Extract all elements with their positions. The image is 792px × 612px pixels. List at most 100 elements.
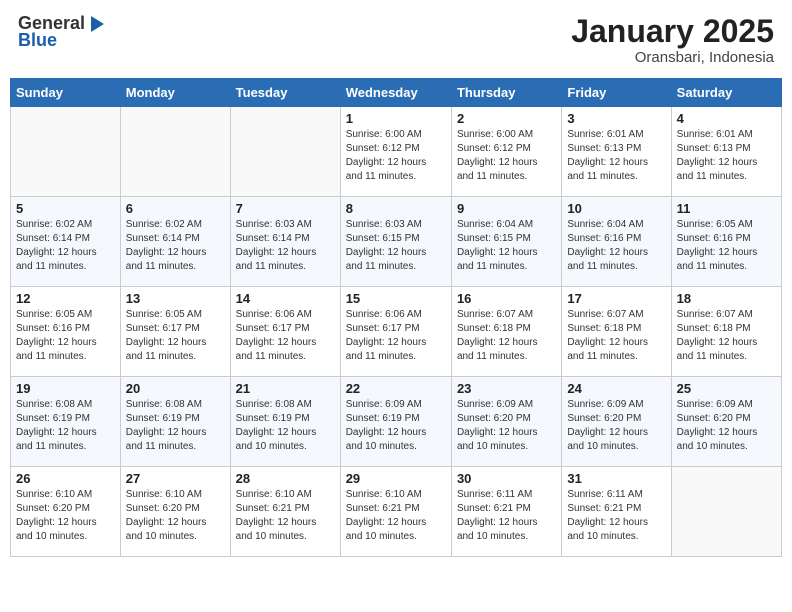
day-info: Sunrise: 6:06 AM Sunset: 6:17 PM Dayligh… <box>346 308 446 364</box>
day-info: Sunrise: 6:05 AM Sunset: 6:16 PM Dayligh… <box>16 308 115 364</box>
calendar-cell: 5 Sunrise: 6:02 AM Sunset: 6:14 PM Daylig… <box>11 197 121 287</box>
calendar-cell: 16Sunrise: 6:07 AM Sunset: 6:18 PM Dayli… <box>451 287 561 377</box>
calendar-cell: 23 Sunrise: 6:09 AM Sunset: 6:20 PM Dayli… <box>451 377 561 467</box>
header-sunday: Sunday <box>11 79 121 107</box>
day-info: Sunrise: 6:00 AM Sunset: 6:12 PM Dayligh… <box>457 128 556 184</box>
day-info: Sunrise: 6:07 AM Sunset: 6:18 PM Dayligh… <box>567 308 665 364</box>
calendar-cell: 10 Sunrise: 6:04 AM Sunset: 6:16 PM Dayli… <box>562 197 671 287</box>
week-row-5: 26 Sunrise: 6:10 AM Sunset: 6:20 PM Dayli… <box>11 467 782 557</box>
day-number: 30 <box>457 471 556 486</box>
header-saturday: Saturday <box>671 79 781 107</box>
day-number: 5 <box>16 201 115 216</box>
day-number: 7 <box>236 201 335 216</box>
day-number: 13 <box>126 291 225 306</box>
calendar-cell: 6Sunrise: 6:02 AM Sunset: 6:14 PM Daylig… <box>120 197 230 287</box>
calendar-cell <box>11 107 121 197</box>
day-info: Sunrise: 6:05 AM Sunset: 6:17 PM Dayligh… <box>126 308 225 364</box>
day-number: 1 <box>346 111 446 126</box>
location-subtitle: Oransbari, Indonesia <box>571 49 774 66</box>
day-number: 26 <box>16 471 115 486</box>
weekday-header-row: Sunday Monday Tuesday Wednesday Thursday… <box>11 79 782 107</box>
day-info: Sunrise: 6:01 AM Sunset: 6:13 PM Dayligh… <box>677 128 776 184</box>
logo-blue-text: Blue <box>18 30 57 51</box>
calendar-cell: 2 Sunrise: 6:00 AM Sunset: 6:12 PM Daylig… <box>451 107 561 197</box>
day-number: 17 <box>567 291 665 306</box>
day-info: Sunrise: 6:04 AM Sunset: 6:15 PM Dayligh… <box>457 218 556 274</box>
calendar-cell <box>230 107 340 197</box>
day-info: Sunrise: 6:08 AM Sunset: 6:19 PM Dayligh… <box>16 398 115 454</box>
day-info: Sunrise: 6:03 AM Sunset: 6:15 PM Dayligh… <box>346 218 446 274</box>
calendar-cell: 24Sunrise: 6:09 AM Sunset: 6:20 PM Dayli… <box>562 377 671 467</box>
calendar-cell: 29 Sunrise: 6:10 AM Sunset: 6:21 PM Dayli… <box>340 467 451 557</box>
day-number: 10 <box>567 201 665 216</box>
calendar-cell: 3 Sunrise: 6:01 AM Sunset: 6:13 PM Daylig… <box>562 107 671 197</box>
day-number: 19 <box>16 381 115 396</box>
header-thursday: Thursday <box>451 79 561 107</box>
day-info: Sunrise: 6:02 AM Sunset: 6:14 PM Dayligh… <box>16 218 115 274</box>
header-monday: Monday <box>120 79 230 107</box>
calendar-cell: 4 Sunrise: 6:01 AM Sunset: 6:13 PM Daylig… <box>671 107 781 197</box>
logo: General Blue <box>18 14 104 51</box>
calendar-cell <box>120 107 230 197</box>
day-info: Sunrise: 6:10 AM Sunset: 6:20 PM Dayligh… <box>126 488 225 544</box>
day-number: 18 <box>677 291 776 306</box>
day-number: 20 <box>126 381 225 396</box>
calendar-cell: 31 Sunrise: 6:11 AM Sunset: 6:21 PM Dayli… <box>562 467 671 557</box>
day-info: Sunrise: 6:09 AM Sunset: 6:20 PM Dayligh… <box>677 398 776 454</box>
day-info: Sunrise: 6:00 AM Sunset: 6:12 PM Dayligh… <box>346 128 446 184</box>
day-number: 12 <box>16 291 115 306</box>
day-info: Sunrise: 6:11 AM Sunset: 6:21 PM Dayligh… <box>567 488 665 544</box>
header-friday: Friday <box>562 79 671 107</box>
page-header: General Blue January 2025 Oransbari, Ind… <box>10 10 782 70</box>
calendar-cell: 9 Sunrise: 6:04 AM Sunset: 6:15 PM Daylig… <box>451 197 561 287</box>
calendar-cell: 1 Sunrise: 6:00 AM Sunset: 6:12 PM Daylig… <box>340 107 451 197</box>
day-info: Sunrise: 6:04 AM Sunset: 6:16 PM Dayligh… <box>567 218 665 274</box>
day-number: 4 <box>677 111 776 126</box>
day-info: Sunrise: 6:10 AM Sunset: 6:21 PM Dayligh… <box>236 488 335 544</box>
calendar-cell: 28Sunrise: 6:10 AM Sunset: 6:21 PM Dayli… <box>230 467 340 557</box>
day-number: 11 <box>677 201 776 216</box>
day-number: 22 <box>346 381 446 396</box>
day-number: 2 <box>457 111 556 126</box>
day-number: 9 <box>457 201 556 216</box>
day-info: Sunrise: 6:10 AM Sunset: 6:20 PM Dayligh… <box>16 488 115 544</box>
calendar-cell: 25 Sunrise: 6:09 AM Sunset: 6:20 PM Dayli… <box>671 377 781 467</box>
day-number: 31 <box>567 471 665 486</box>
calendar-cell: 22 Sunrise: 6:09 AM Sunset: 6:19 PM Dayli… <box>340 377 451 467</box>
day-info: Sunrise: 6:08 AM Sunset: 6:19 PM Dayligh… <box>126 398 225 454</box>
day-number: 8 <box>346 201 446 216</box>
calendar-cell: 11Sunrise: 6:05 AM Sunset: 6:16 PM Dayli… <box>671 197 781 287</box>
calendar-cell: 26 Sunrise: 6:10 AM Sunset: 6:20 PM Dayli… <box>11 467 121 557</box>
week-row-3: 12 Sunrise: 6:05 AM Sunset: 6:16 PM Dayli… <box>11 287 782 377</box>
calendar-cell: 15 Sunrise: 6:06 AM Sunset: 6:17 PM Dayli… <box>340 287 451 377</box>
day-number: 24 <box>567 381 665 396</box>
day-number: 21 <box>236 381 335 396</box>
day-info: Sunrise: 6:10 AM Sunset: 6:21 PM Dayligh… <box>346 488 446 544</box>
day-number: 23 <box>457 381 556 396</box>
logo-arrow-icon <box>86 16 104 32</box>
month-year-title: January 2025 <box>571 14 774 49</box>
day-info: Sunrise: 6:11 AM Sunset: 6:21 PM Dayligh… <box>457 488 556 544</box>
week-row-2: 5 Sunrise: 6:02 AM Sunset: 6:14 PM Daylig… <box>11 197 782 287</box>
calendar-cell: 13 Sunrise: 6:05 AM Sunset: 6:17 PM Dayli… <box>120 287 230 377</box>
day-info: Sunrise: 6:06 AM Sunset: 6:17 PM Dayligh… <box>236 308 335 364</box>
day-info: Sunrise: 6:01 AM Sunset: 6:13 PM Dayligh… <box>567 128 665 184</box>
day-info: Sunrise: 6:09 AM Sunset: 6:19 PM Dayligh… <box>346 398 446 454</box>
calendar-cell: 19 Sunrise: 6:08 AM Sunset: 6:19 PM Dayli… <box>11 377 121 467</box>
day-info: Sunrise: 6:08 AM Sunset: 6:19 PM Dayligh… <box>236 398 335 454</box>
calendar-cell: 20 Sunrise: 6:08 AM Sunset: 6:19 PM Dayli… <box>120 377 230 467</box>
calendar-cell: 21 Sunrise: 6:08 AM Sunset: 6:19 PM Dayli… <box>230 377 340 467</box>
day-number: 15 <box>346 291 446 306</box>
calendar-cell: 8 Sunrise: 6:03 AM Sunset: 6:15 PM Daylig… <box>340 197 451 287</box>
day-info: Sunrise: 6:09 AM Sunset: 6:20 PM Dayligh… <box>457 398 556 454</box>
day-number: 29 <box>346 471 446 486</box>
day-info: Sunrise: 6:02 AM Sunset: 6:14 PM Dayligh… <box>126 218 225 274</box>
day-info: Sunrise: 6:07 AM Sunset: 6:18 PM Dayligh… <box>677 308 776 364</box>
calendar-table: Sunday Monday Tuesday Wednesday Thursday… <box>10 78 782 557</box>
calendar-cell: 14 Sunrise: 6:06 AM Sunset: 6:17 PM Dayli… <box>230 287 340 377</box>
calendar-cell: 17 Sunrise: 6:07 AM Sunset: 6:18 PM Dayli… <box>562 287 671 377</box>
day-number: 3 <box>567 111 665 126</box>
day-number: 25 <box>677 381 776 396</box>
day-number: 14 <box>236 291 335 306</box>
calendar-cell: 30 Sunrise: 6:11 AM Sunset: 6:21 PM Dayli… <box>451 467 561 557</box>
